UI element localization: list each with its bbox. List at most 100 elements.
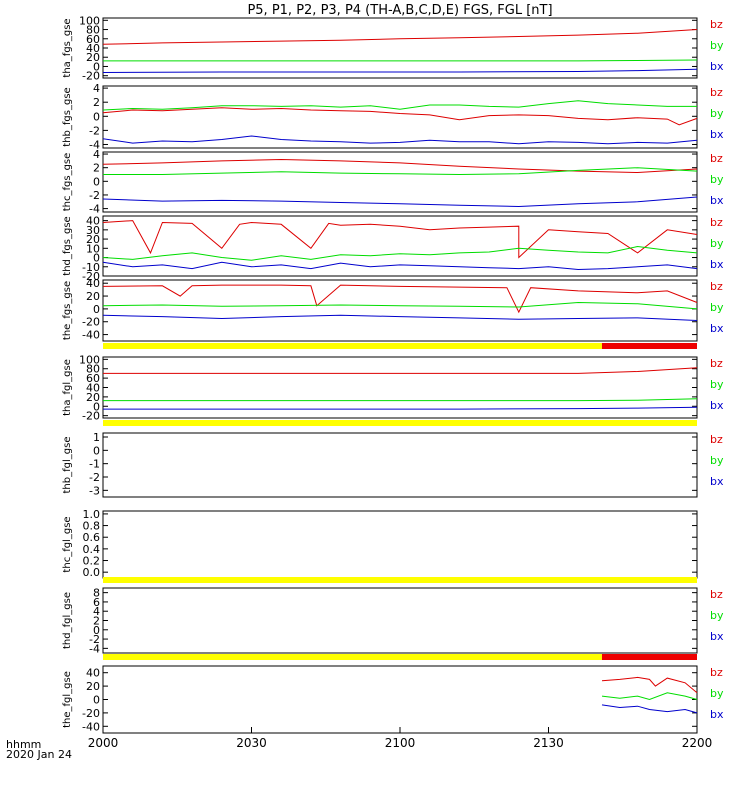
- panel-frame: [102, 587, 698, 654]
- legend-bz: bz: [710, 280, 723, 293]
- legend-bz: bz: [710, 86, 723, 99]
- y-tick-label: 0: [93, 694, 100, 707]
- y-tick-label: -2: [89, 471, 100, 484]
- legend-by: by: [710, 687, 724, 700]
- stack-plot-svg: P5, P1, P2, P3, P4 (TH-A,B,C,D,E) FGS, F…: [6, 3, 724, 761]
- y-tick-label: -40: [82, 720, 100, 733]
- panel-the-fgl-gse: 40200-20-40 the_fgl_gse bz by bx: [62, 665, 724, 734]
- panel-the-fgs-gse: 40200-20-40 the_fgs_gse bz by bx: [62, 277, 724, 341]
- y-tick-label: -20: [82, 707, 100, 720]
- x-tick-label: 2200: [682, 736, 713, 750]
- legend-bx: bx: [710, 194, 724, 207]
- panel-tha-fgs-gse: 100806040200-20tha_fgs_gse bzbybx: [62, 14, 724, 82]
- y-tick-label: 0: [93, 303, 100, 316]
- series-line-bz: [102, 158, 698, 174]
- y-axis-label: the_fgs_gse: [62, 281, 73, 340]
- legend-by: by: [710, 454, 724, 467]
- series-line-bx: [102, 261, 698, 271]
- y-axis-label: tha_fgs_gse: [62, 18, 73, 77]
- y-tick-label: 2: [93, 96, 100, 109]
- series-line-bz: [102, 107, 698, 126]
- y-tick-label: -20: [82, 410, 100, 423]
- mode-bar-segment-red: [601, 343, 697, 349]
- series-line-bx: [601, 704, 698, 714]
- y-axis-label: tha_fgl_gse: [62, 359, 73, 416]
- y-tick-label: 0: [93, 110, 100, 123]
- mode-bar-segment-yellow: [103, 343, 602, 349]
- series-line-bz: [102, 220, 698, 259]
- legend-bx: bx: [710, 258, 724, 271]
- panel-frame: [102, 510, 698, 579]
- series-line-bz: [102, 29, 698, 45]
- panel-frame: [102, 665, 698, 734]
- legend-by: by: [710, 107, 724, 120]
- mode-bar-segment-yellow: [103, 577, 697, 583]
- y-tick-label: 20: [86, 680, 100, 693]
- y-tick-label: 0: [93, 444, 100, 457]
- legend-bz: bz: [710, 18, 723, 31]
- y-tick-label: 0.0: [83, 566, 101, 579]
- legend-bx: bx: [710, 708, 724, 721]
- x-axis-caption-date: 2020 Jan 24: [6, 748, 72, 761]
- series-line-bz: [102, 284, 698, 314]
- y-tick-label: -2: [89, 189, 100, 202]
- legend-by: by: [710, 609, 724, 622]
- panel-frame: [102, 17, 698, 79]
- panel-tha-fgl-gse: 100806040200-20tha_fgl_gse bzbybx: [62, 353, 724, 422]
- mode-bar-segment-red: [601, 654, 697, 660]
- series-line-bx: [102, 196, 698, 208]
- mode-bars: [103, 343, 697, 660]
- series-line-bx: [102, 135, 698, 145]
- legend-bz: bz: [710, 216, 723, 229]
- legend-bz: bz: [710, 666, 723, 679]
- legend-bz: bz: [710, 357, 723, 370]
- series-line-bz: [601, 676, 698, 694]
- y-axis-label: thc_fgl_gse: [62, 516, 73, 572]
- panel-thc-fgs-gse: 420-2-4thc_fgs_gse bzbybx: [62, 148, 724, 216]
- y-tick-label: -20: [82, 316, 100, 329]
- series-line-by: [103, 167, 698, 176]
- y-tick-label: 40: [86, 277, 100, 290]
- y-tick-label: 2: [93, 162, 100, 175]
- panel-thb-fgl-gse: 10-1-2-3 thb_fgl_gse bz by bx: [62, 431, 724, 498]
- panel-thd-fgs-gse: 403020100-10-20thd_fgs_gse bzbybx: [62, 215, 724, 283]
- y-tick-label: -4: [89, 642, 100, 655]
- legend-bx: bx: [710, 128, 724, 141]
- y-tick-label: -1: [89, 458, 100, 471]
- y-tick-label: 40: [86, 667, 100, 680]
- legend-bz: bz: [710, 152, 723, 165]
- panel-frame: [102, 279, 698, 342]
- y-axis-label: thd_fgl_gse: [62, 592, 73, 649]
- y-tick-label: 4: [93, 82, 100, 95]
- legend-by: by: [710, 378, 724, 391]
- x-tick-label: 2030: [236, 736, 267, 750]
- y-tick-label: -20: [82, 70, 100, 83]
- legend-bx: bx: [710, 630, 724, 643]
- stack-plot: P5, P1, P2, P3, P4 (TH-A,B,C,D,E) FGS, F…: [0, 0, 750, 800]
- series-line-bx: [103, 406, 698, 410]
- y-tick-label: 4: [93, 148, 100, 161]
- y-axis-label: the_fgl_gse: [62, 671, 73, 728]
- y-axis-label: thb_fgl_gse: [62, 437, 73, 494]
- series-line-bx: [102, 314, 698, 321]
- series-line-by: [601, 692, 698, 701]
- panel-thd-fgl-gse: 86420-2-4thd_fgl_gse bzbybx: [62, 587, 724, 656]
- x-tick-label: 2000: [88, 736, 119, 750]
- legend-by: by: [710, 39, 724, 52]
- panel-thb-fgs-gse: 420-2-4thb_fgs_gse bzbybx: [62, 82, 724, 151]
- series-line-by: [102, 245, 698, 261]
- panel-frame: [102, 432, 698, 498]
- y-tick-label: -2: [89, 124, 100, 137]
- legend-bx: bx: [710, 322, 724, 335]
- y-tick-label: -40: [82, 329, 100, 342]
- series-line-by: [103, 398, 698, 402]
- series-line-by: [102, 100, 697, 111]
- plot-title: P5, P1, P2, P3, P4 (TH-A,B,C,D,E) FGS, F…: [247, 3, 552, 18]
- y-tick-label: 1: [93, 431, 100, 444]
- series-line-bx: [102, 68, 698, 73]
- mode-bar-segment-yellow: [103, 654, 602, 660]
- y-axis-label: thb_fgs_gse: [62, 87, 73, 146]
- y-tick-label: 20: [86, 290, 100, 303]
- legend-by: by: [710, 237, 724, 250]
- legend-by: by: [710, 173, 724, 186]
